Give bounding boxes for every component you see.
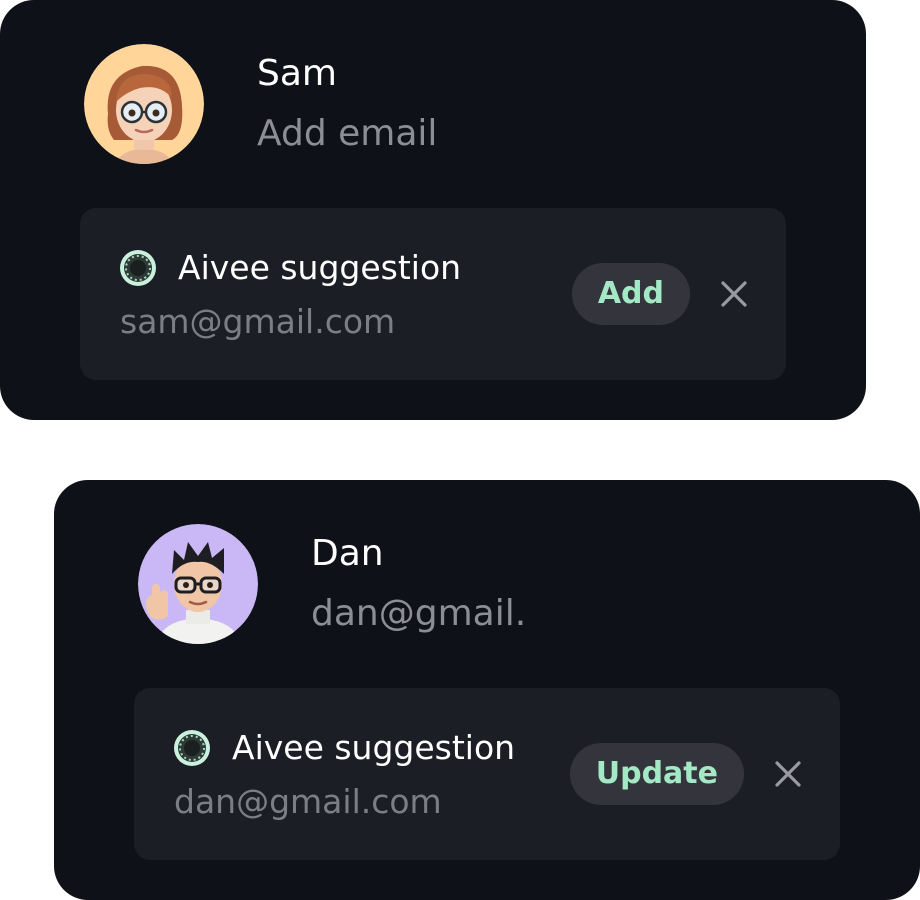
contact-name: Dan <box>311 533 384 574</box>
memoji-avatar-dan-icon <box>138 524 258 644</box>
suggested-email: dan@gmail.com <box>174 782 442 821</box>
aivee-ai-icon <box>172 728 212 768</box>
memoji-avatar-sam-icon <box>84 44 204 164</box>
close-icon[interactable] <box>718 278 750 310</box>
aivee-ai-icon <box>118 248 158 288</box>
suggestion-label: Aivee suggestion <box>178 248 462 287</box>
avatar <box>138 524 258 644</box>
suggested-email: sam@gmail.com <box>120 302 396 341</box>
contact-email[interactable]: dan@gmail. <box>311 590 526 638</box>
close-icon[interactable] <box>772 758 804 790</box>
suggestion-panel: Aivee suggestion sam@gmail.com Add <box>80 208 786 380</box>
contact-card-dan: Dan dan@gmail. Aivee suggestion dan@gmai… <box>54 480 920 900</box>
email-placeholder[interactable]: Add email <box>257 110 437 158</box>
update-button[interactable]: Update <box>569 743 744 805</box>
contact-name: Sam <box>257 53 337 94</box>
contact-card-sam: Sam Add email Aivee suggestion sam@gmail… <box>0 0 866 420</box>
avatar <box>84 44 204 164</box>
suggestion-panel: Aivee suggestion dan@gmail.com Update <box>134 688 840 860</box>
add-button[interactable]: Add <box>571 263 690 325</box>
suggestion-label: Aivee suggestion <box>232 728 516 767</box>
